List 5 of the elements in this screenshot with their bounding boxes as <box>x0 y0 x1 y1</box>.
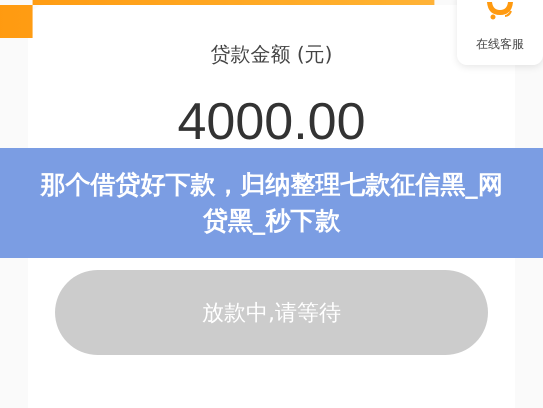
amount-label: 贷款金额 (元) <box>210 41 332 68</box>
banner-text: 那个借贷好下款，归纳整理七款征信黑_网贷黑_秒下款 <box>39 169 504 237</box>
loan-amount: 4000.00 <box>178 92 366 152</box>
service-label: 在线客服 <box>476 36 524 53</box>
service-widget[interactable]: 在线客服 <box>457 0 543 65</box>
